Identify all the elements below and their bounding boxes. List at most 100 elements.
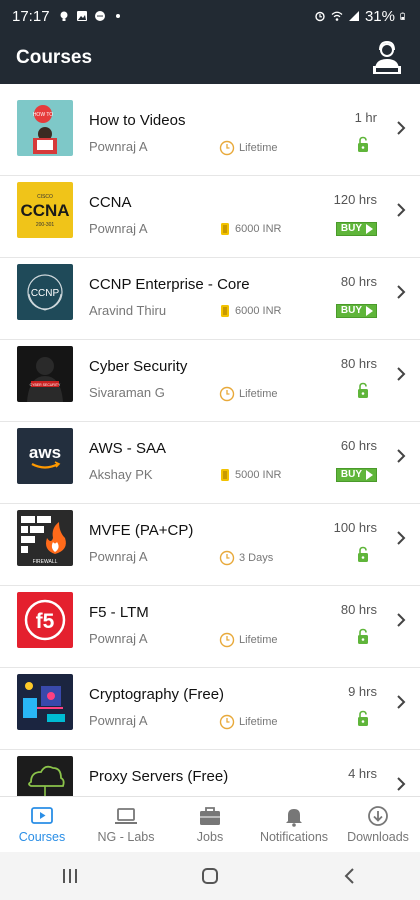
course-title: How to Videos	[89, 112, 186, 129]
play-video-icon	[30, 805, 54, 827]
alarm-icon	[315, 11, 325, 22]
course-row[interactable]: FIREWALL MVFE (PA+CP) Pownraj A 100 hrs 3 Da…	[0, 504, 420, 586]
course-meta: Lifetime	[219, 714, 278, 730]
course-instructor: Pownraj A	[89, 139, 148, 154]
nav-item-courses[interactable]: Courses	[0, 797, 84, 852]
nav-label: NG - Labs	[97, 830, 155, 844]
nav-item-ng-labs[interactable]: NG - Labs	[84, 797, 168, 852]
battery-percent: 31%	[364, 7, 395, 25]
course-thumbnail: aws	[17, 428, 73, 484]
chevron-right-icon[interactable]	[396, 694, 406, 710]
course-instructor: Pownraj A	[89, 631, 148, 646]
download-icon	[366, 805, 390, 827]
unlock-icon	[356, 628, 370, 650]
course-meta-text: Lifetime	[239, 716, 278, 728]
course-thumbnail: CISCO CCNA 200-301	[17, 182, 73, 238]
wifi-icon	[331, 11, 343, 21]
status-time: 17:17	[12, 7, 50, 25]
course-duration: 60 hrs	[340, 438, 377, 453]
course-instructor: Pownraj A	[89, 713, 148, 728]
course-title: CCNP Enterprise - Core	[89, 276, 250, 293]
bulb-icon	[60, 11, 68, 21]
chevron-right-icon[interactable]	[396, 776, 406, 792]
course-meta-text: 3 Days	[239, 552, 274, 564]
course-list[interactable]: HOW TO How to Videos Pownraj A 1 hr Lifetime…	[0, 84, 420, 796]
buy-button[interactable]: BUY	[335, 221, 377, 236]
back-icon[interactable]	[341, 867, 359, 885]
course-meta: 6000 INR	[219, 222, 281, 236]
course-meta: 3 Days	[219, 550, 273, 566]
play-triangle-icon	[366, 305, 373, 316]
home-icon[interactable]	[201, 867, 219, 885]
course-thumbnail: FIREWALL	[17, 510, 73, 566]
buy-button[interactable]: BUY	[335, 467, 377, 482]
course-meta-text: 6000 INR	[235, 223, 282, 235]
clock-icon	[219, 550, 235, 566]
nav-label: Courses	[18, 830, 66, 844]
course-duration: 100 hrs	[333, 520, 377, 535]
course-title: F5 - LTM	[89, 604, 149, 621]
chevron-right-icon[interactable]	[396, 448, 406, 464]
course-row[interactable]: CISCO CCNA 200-301 CCNA Pownraj A 120 hrs 6000…	[0, 176, 420, 258]
course-duration: 1 hr	[354, 110, 377, 125]
course-instructor: Aravind Thiru	[89, 303, 167, 318]
page-title: Courses	[16, 47, 93, 68]
course-title: AWS - SAA	[89, 440, 166, 457]
course-row[interactable]: aws AWS - SAA Akshay PK 60 hrs 5000 INR BUY	[0, 422, 420, 504]
recents-icon[interactable]	[61, 867, 79, 885]
course-thumbnail: CCNP	[17, 264, 73, 320]
buy-button[interactable]: BUY	[335, 303, 377, 318]
play-triangle-icon	[366, 223, 373, 234]
unlock-icon	[356, 382, 370, 404]
course-meta: Lifetime	[219, 386, 278, 402]
course-duration: 4 hrs	[348, 766, 377, 781]
chat-icon	[94, 11, 105, 21]
course-instructor: Pownraj A	[89, 549, 148, 564]
nav-item-notifications[interactable]: Notifications	[252, 797, 336, 852]
signal-icon	[348, 11, 359, 21]
course-meta-text: 6000 INR	[235, 305, 282, 317]
course-row[interactable]: f5 F5 - LTM Pownraj A 80 hrs Lifetime	[0, 586, 420, 668]
nav-item-downloads[interactable]: Downloads	[336, 797, 420, 852]
chevron-right-icon[interactable]	[396, 284, 406, 300]
chevron-right-icon[interactable]	[396, 120, 406, 136]
course-title: Cryptography (Free)	[89, 686, 225, 703]
course-row[interactable]: CCNP CCNP Enterprise - Core Aravind Thiru 8…	[0, 258, 420, 340]
svg-text:CISCO: CISCO	[37, 194, 53, 200]
course-title: CCNA	[89, 194, 132, 211]
course-duration: 120 hrs	[333, 192, 377, 207]
course-meta: 6000 INR	[219, 304, 281, 318]
nav-label: Notifications	[259, 830, 329, 844]
svg-text:f5: f5	[36, 610, 55, 633]
course-thumbnail: f5	[17, 592, 73, 648]
system-nav	[0, 852, 420, 900]
nav-item-jobs[interactable]: Jobs	[168, 797, 252, 852]
course-row[interactable]: Proxy Servers (Free) 4 hrs	[0, 750, 420, 796]
course-row[interactable]: Cryptography (Free) Pownraj A 9 hrs Lifetim…	[0, 668, 420, 750]
chevron-right-icon[interactable]	[396, 612, 406, 628]
course-row[interactable]: HOW TO How to Videos Pownraj A 1 hr Lifetime	[0, 94, 420, 176]
support-agent-icon[interactable]	[370, 40, 404, 76]
chevron-right-icon[interactable]	[396, 366, 406, 382]
coin-icon	[219, 222, 231, 236]
coin-icon	[219, 304, 231, 318]
clock-icon	[219, 386, 235, 402]
course-thumbnail: HOW TO	[17, 100, 73, 156]
svg-text:CCNP: CCNP	[31, 288, 60, 299]
buy-label: BUY	[340, 223, 362, 234]
chevron-right-icon[interactable]	[396, 202, 406, 218]
course-meta-text: Lifetime	[239, 634, 278, 646]
svg-text:HOW TO: HOW TO	[33, 112, 53, 118]
laptop-icon	[114, 805, 138, 827]
course-title: Proxy Servers (Free)	[89, 768, 229, 785]
course-meta: 5000 INR	[219, 468, 281, 482]
svg-text:CYBER SECURITY: CYBER SECURITY	[30, 383, 61, 387]
chevron-right-icon[interactable]	[396, 530, 406, 546]
course-thumbnail	[17, 674, 73, 730]
bottom-nav: Courses NG - Labs Jobs Notifications Downloa…	[0, 796, 420, 852]
course-row[interactable]: CYBER SECURITY Cyber Security Sivaraman G 8…	[0, 340, 420, 422]
unlock-icon	[356, 710, 370, 732]
course-duration: 80 hrs	[340, 356, 377, 371]
svg-text:FIREWALL: FIREWALL	[33, 559, 58, 565]
course-instructor: Sivaraman G	[89, 385, 165, 400]
